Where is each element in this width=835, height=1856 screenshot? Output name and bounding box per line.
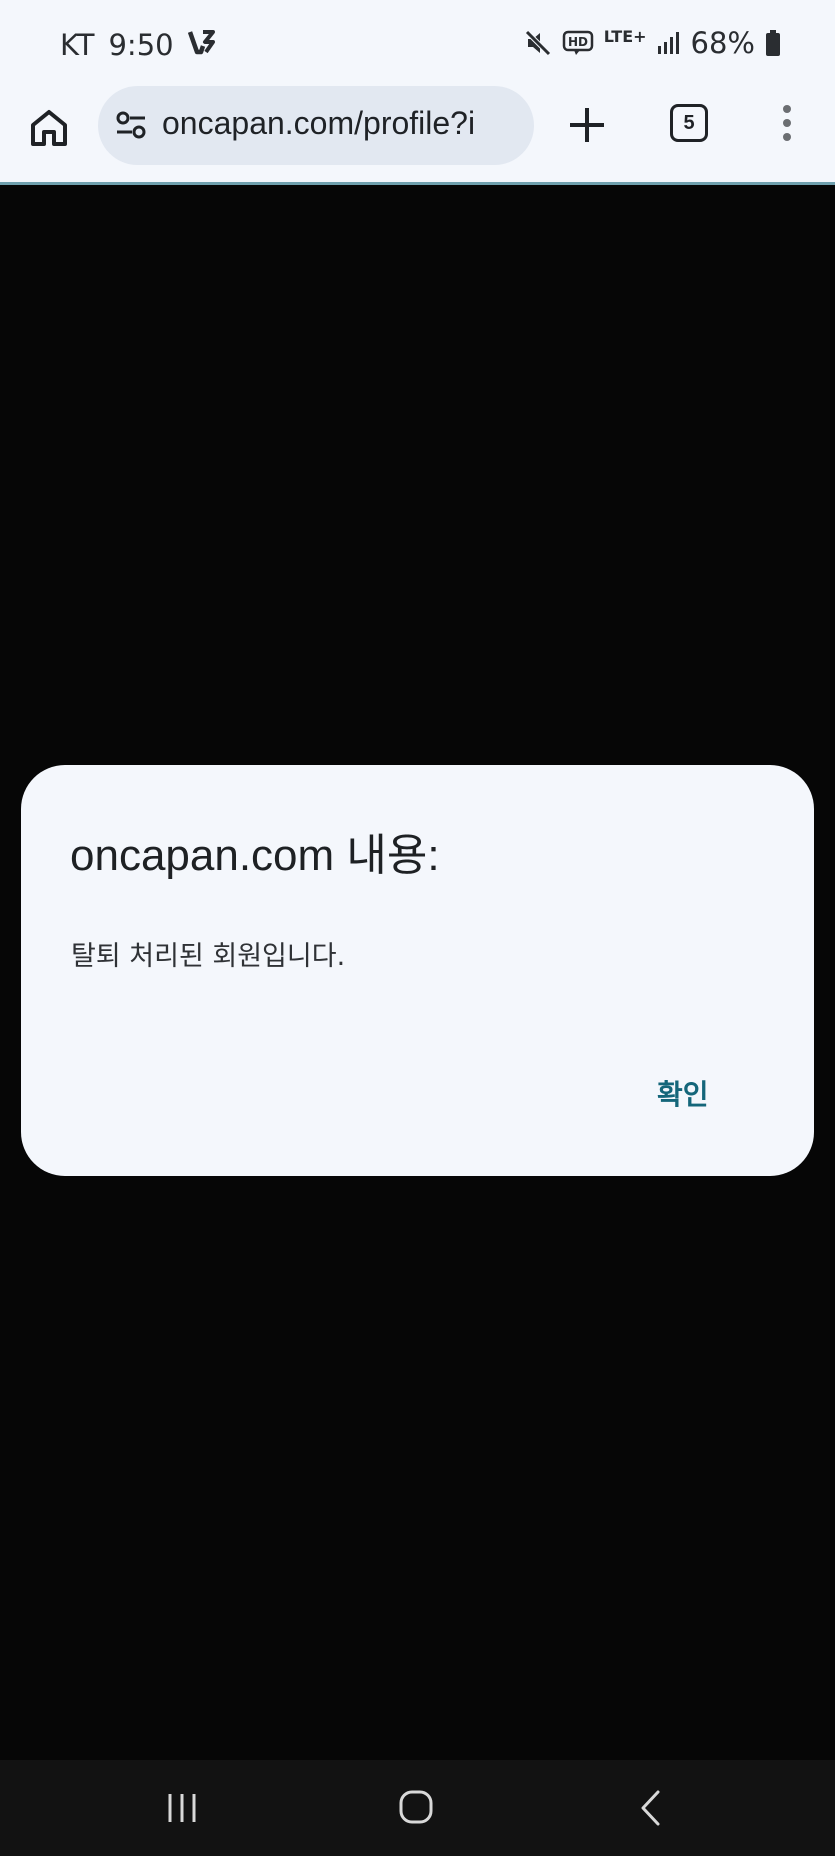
recent-apps-icon[interactable]: [164, 1790, 200, 1826]
network-type: LTE+: [603, 27, 647, 46]
status-right: HD LTE+ 68%: [524, 26, 781, 60]
url-bar[interactable]: oncapan.com/profile?i: [98, 86, 534, 165]
plus-icon[interactable]: [566, 104, 608, 146]
hd-voice-icon: HD: [562, 29, 594, 57]
battery-icon: [765, 29, 781, 57]
mute-icon: [524, 29, 552, 57]
more-vert-icon[interactable]: [772, 102, 802, 146]
home-button-icon[interactable]: [397, 1788, 435, 1826]
tab-count: 5: [683, 111, 695, 134]
navigation-bar: [0, 1760, 835, 1856]
url-text: oncapan.com/profile?i: [162, 105, 476, 141]
ok-button[interactable]: 확인: [657, 1073, 709, 1113]
back-icon[interactable]: [636, 1788, 664, 1828]
status-bar: KT 9:50 HD LTE+ 68%: [0, 0, 835, 86]
status-left: KT 9:50: [60, 28, 216, 62]
battery-percent: 68%: [690, 26, 755, 60]
dialog-title: oncapan.com 내용:: [70, 831, 440, 880]
hd-label: HD: [568, 35, 588, 49]
tabs-icon[interactable]: 5: [670, 104, 708, 142]
home-icon[interactable]: [27, 106, 71, 150]
alert-dialog: oncapan.com 내용: 탈퇴 처리된 회원입니다. 확인: [21, 765, 814, 1176]
signal-icon: [657, 31, 681, 55]
clock: 9:50: [108, 28, 174, 62]
app-notification-icon: [187, 28, 216, 62]
browser-toolbar: oncapan.com/profile?i 5: [0, 86, 835, 185]
dialog-message: 탈퇴 처리된 회원입니다.: [71, 941, 346, 972]
phone-screen: KT 9:50 HD LTE+ 68% oncapan.com/profile?…: [0, 0, 835, 1856]
site-settings-icon[interactable]: [114, 108, 148, 142]
carrier-label: KT: [60, 28, 95, 62]
